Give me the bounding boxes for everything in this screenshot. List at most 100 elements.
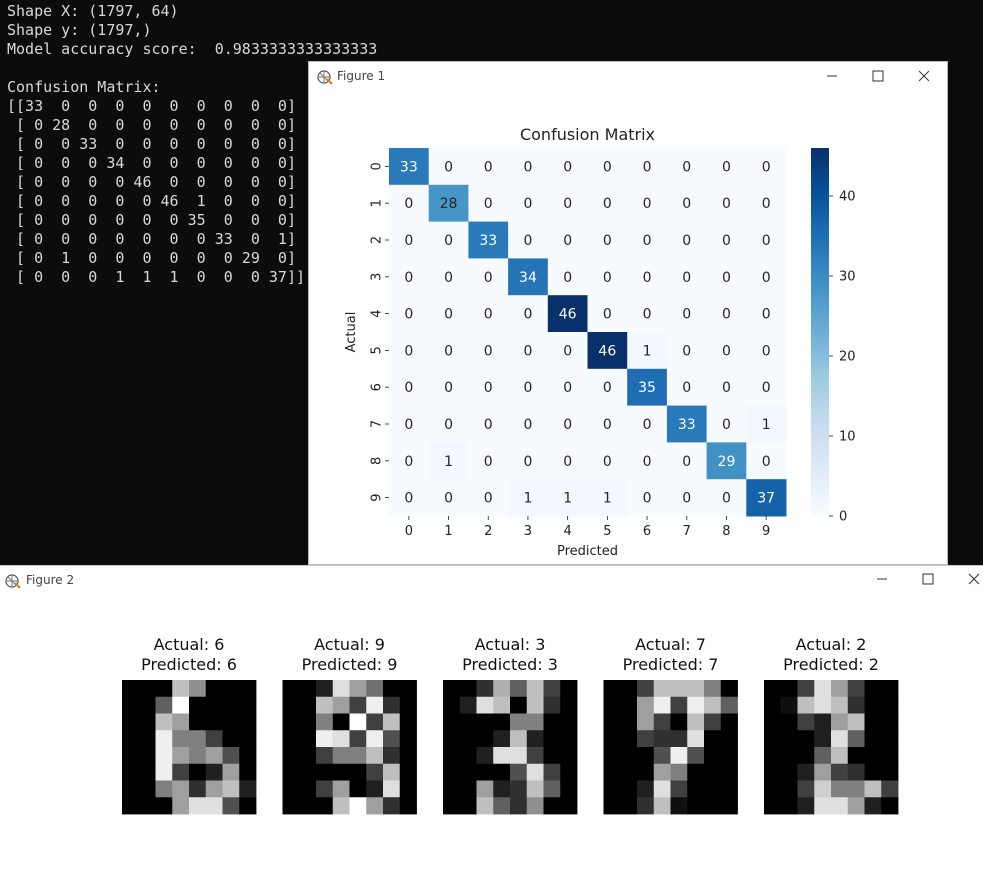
digit-pixel bbox=[831, 680, 849, 698]
cell-value-label: 46 bbox=[598, 343, 616, 359]
digit-pixel bbox=[687, 763, 705, 781]
digit-pixel bbox=[399, 797, 417, 815]
digit-pixel bbox=[560, 780, 578, 798]
digit-pixel bbox=[687, 797, 705, 815]
cell-value-label: 0 bbox=[444, 343, 453, 359]
digit-pixel bbox=[603, 747, 621, 765]
digit-pixel bbox=[316, 730, 334, 748]
y-tick-label: 3 bbox=[370, 273, 385, 281]
cell-value-label: 0 bbox=[484, 491, 493, 507]
colorbar-tick-label: 0 bbox=[839, 510, 847, 525]
digit-pixel bbox=[620, 780, 638, 798]
x-tick-label: 8 bbox=[722, 524, 730, 539]
digit-pixel bbox=[172, 763, 190, 781]
digit-predicted-label: Predicted: 3 bbox=[462, 655, 558, 674]
digit-pixel bbox=[670, 696, 688, 714]
digit-pixel bbox=[543, 763, 561, 781]
digit-pixel bbox=[603, 797, 621, 815]
cell-value-label: 0 bbox=[523, 454, 532, 470]
cell-value-label: 0 bbox=[523, 380, 532, 396]
cell-value-label: 1 bbox=[444, 454, 453, 470]
digit-pixel bbox=[687, 680, 705, 698]
digit-pixel bbox=[239, 713, 257, 731]
cell-value-label: 0 bbox=[444, 270, 453, 286]
digit-pixel bbox=[222, 730, 240, 748]
digit-pixel bbox=[349, 747, 367, 765]
cell-value-label: 0 bbox=[603, 196, 612, 212]
digit-pixel bbox=[603, 696, 621, 714]
cell-value-label: 0 bbox=[643, 270, 652, 286]
terminal-line: [ 0 0 0 1 1 1 0 0 0 37]] bbox=[7, 268, 306, 286]
digit-pixel bbox=[205, 780, 223, 798]
digit-pixel bbox=[704, 780, 722, 798]
digit-pixel bbox=[543, 680, 561, 698]
digit-pixel bbox=[687, 730, 705, 748]
chart-title: Confusion Matrix bbox=[520, 125, 655, 144]
cell-value-label: 0 bbox=[404, 454, 413, 470]
terminal-line: [ 0 0 33 0 0 0 0 0 0 0] bbox=[7, 135, 296, 153]
digit-pixel bbox=[797, 680, 815, 698]
cell-value-label: 0 bbox=[444, 233, 453, 249]
digit-pixel bbox=[443, 763, 461, 781]
digit-predicted-label: Predicted: 9 bbox=[302, 655, 398, 674]
digit-pixel bbox=[526, 797, 544, 815]
minimize-icon[interactable] bbox=[809, 62, 855, 90]
digit-pixel bbox=[399, 696, 417, 714]
digit-pixel bbox=[526, 780, 544, 798]
digit-actual-label: Actual: 7 bbox=[635, 635, 706, 654]
cell-value-label: 29 bbox=[718, 454, 736, 470]
colorbar bbox=[811, 148, 829, 516]
figure-app-icon bbox=[317, 70, 333, 85]
digit-pixel bbox=[189, 730, 207, 748]
digit-pixel bbox=[205, 680, 223, 698]
digit-pixel bbox=[189, 780, 207, 798]
digit-pixel bbox=[172, 780, 190, 798]
digit-pixel bbox=[399, 730, 417, 748]
digit-pixel bbox=[138, 780, 156, 798]
terminal-line: [ 0 0 0 0 0 0 35 0 0 0] bbox=[7, 211, 296, 229]
cell-value-label: 0 bbox=[762, 196, 771, 212]
minimize-icon[interactable] bbox=[859, 566, 905, 594]
figure1-titlebar[interactable]: Figure 1 bbox=[309, 62, 947, 90]
digit-pixel bbox=[205, 747, 223, 765]
cell-value-label: 0 bbox=[603, 307, 612, 323]
digit-pixel bbox=[847, 797, 865, 815]
digit-pixel bbox=[720, 747, 738, 765]
digit-pixel bbox=[222, 797, 240, 815]
close-icon[interactable] bbox=[901, 62, 947, 90]
digit-pixel bbox=[704, 713, 722, 731]
digit-pixel bbox=[282, 797, 300, 815]
terminal-line: Model accuracy score: 0.9833333333333333 bbox=[7, 40, 378, 58]
digit-pixel bbox=[653, 713, 671, 731]
digit-pixel bbox=[138, 797, 156, 815]
digit-pixel bbox=[332, 713, 350, 731]
close-icon[interactable] bbox=[951, 566, 983, 594]
digit-pixel bbox=[205, 763, 223, 781]
digit-pixel bbox=[797, 747, 815, 765]
digit-pixel bbox=[764, 713, 782, 731]
terminal-line: Shape y: (1797,) bbox=[7, 21, 152, 39]
digit-pixel bbox=[349, 780, 367, 798]
digit-pixel bbox=[764, 680, 782, 698]
digit-pixel bbox=[222, 780, 240, 798]
digit-pixel bbox=[637, 780, 655, 798]
maximize-icon[interactable] bbox=[905, 566, 951, 594]
cell-value-label: 0 bbox=[404, 491, 413, 507]
digit-pixel bbox=[526, 680, 544, 698]
digit-pixel bbox=[443, 780, 461, 798]
digit-pixel bbox=[864, 696, 882, 714]
maximize-icon[interactable] bbox=[855, 62, 901, 90]
digit-pixel bbox=[510, 730, 528, 748]
digit-pixel bbox=[543, 696, 561, 714]
digit-pixel bbox=[332, 763, 350, 781]
digit-pixel bbox=[282, 713, 300, 731]
digit-pixel bbox=[205, 713, 223, 731]
cell-value-label: 0 bbox=[682, 491, 691, 507]
figure2-titlebar[interactable]: Figure 2 bbox=[0, 566, 983, 594]
digit-pixel bbox=[383, 763, 401, 781]
digit-pixel bbox=[459, 680, 477, 698]
digit-pixel bbox=[510, 696, 528, 714]
digit-pixel bbox=[653, 696, 671, 714]
digit-pixel bbox=[780, 696, 798, 714]
digit-pixel bbox=[670, 730, 688, 748]
